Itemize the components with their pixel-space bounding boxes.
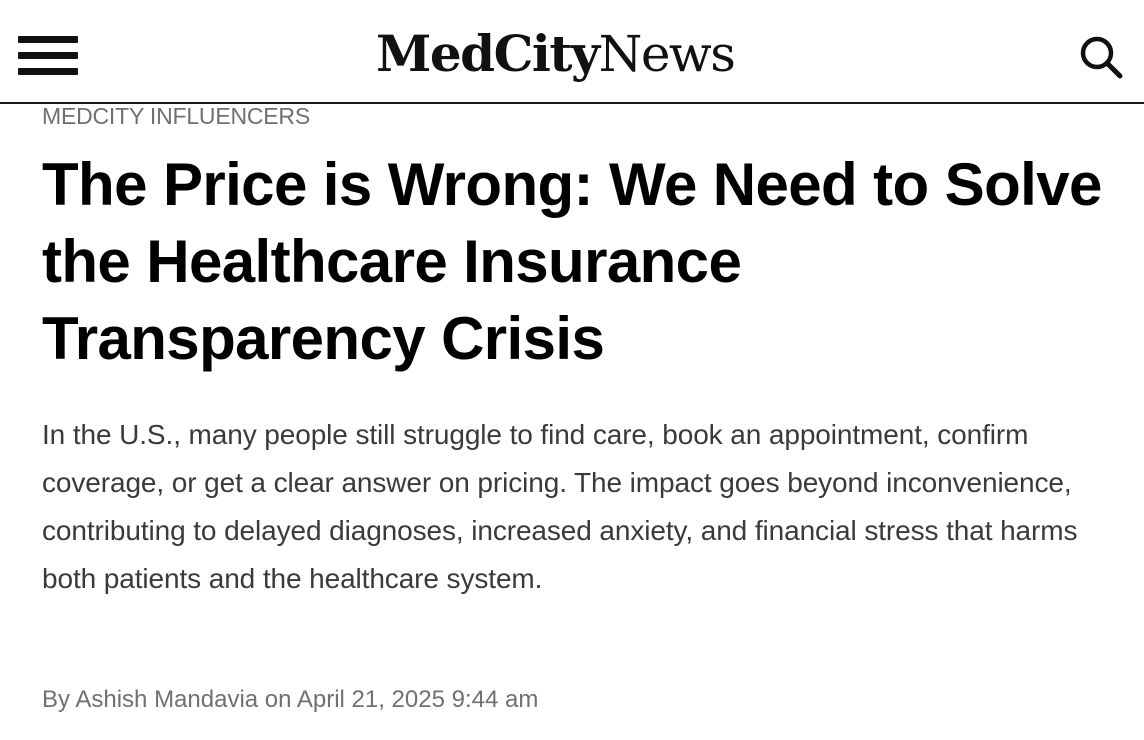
article-byline: By Ashish Mandavia on April 21, 2025 9:4… (42, 684, 538, 716)
byline-on: on (264, 686, 292, 713)
byline-prefix: By (42, 686, 71, 713)
logo-news: News (598, 25, 736, 83)
menu-bar-bottom (18, 68, 78, 75)
hamburger-menu-icon[interactable] (18, 34, 80, 78)
article-category[interactable]: MEDCITY INFLUENCERS (42, 102, 310, 130)
publish-date: April 21, 2025 9:44 am (296, 686, 539, 713)
article-summary: In the U.S., many people still struggle … (42, 419, 1078, 594)
logo-medcity: MedCity (376, 24, 600, 83)
search-icon-graphic (1080, 36, 1123, 79)
site-header: MedCityNews (0, 0, 1144, 104)
menu-bar-middle (18, 52, 78, 59)
search-icon[interactable] (1078, 34, 1124, 80)
site-logo[interactable]: MedCityNews (376, 22, 736, 86)
author-link[interactable]: Ashish Mandavia (75, 686, 258, 713)
article-title: The Price is Wrong: We Need to Solve the… (42, 151, 1102, 372)
menu-bar-top (18, 36, 78, 43)
